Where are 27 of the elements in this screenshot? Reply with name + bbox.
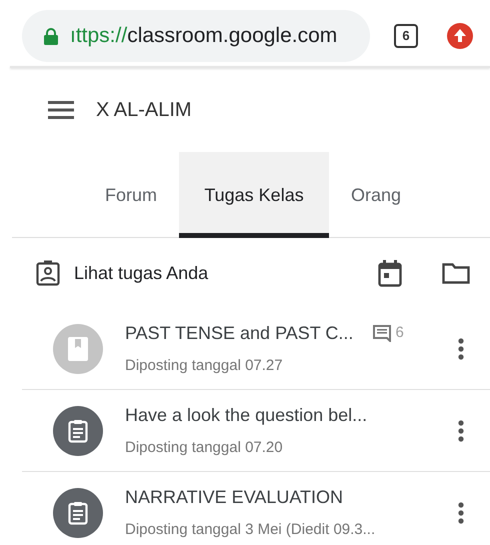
more-options-icon[interactable]: [458, 338, 464, 360]
update-icon[interactable]: [447, 23, 473, 49]
menu-icon[interactable]: [48, 101, 74, 119]
tab[interactable]: Forum: [83, 152, 180, 238]
post-date: Diposting tanggal 07.27: [125, 356, 284, 376]
item-title[interactable]: Have a look the question bel...: [125, 402, 368, 429]
view-work-link[interactable]: Lihat tugas Anda: [74, 260, 208, 286]
url-field[interactable]: ıttps://classroom.google.com: [22, 10, 370, 62]
tab[interactable]: Tugas Kelas: [179, 152, 330, 238]
comment-icon: [373, 324, 392, 342]
clipboard-icon: [68, 418, 88, 442]
clipboard-icon: [68, 501, 88, 525]
more-options-icon[interactable]: [458, 420, 464, 442]
item-title[interactable]: NARRATIVE EVALUATION: [125, 484, 344, 512]
comment-count: 6: [395, 323, 404, 343]
tab[interactable]: Orang: [329, 152, 424, 238]
calendar-icon[interactable]: [378, 260, 402, 286]
post-date: Diposting tanggal 3 Mei (Diedit 09.3...: [125, 520, 376, 540]
class-title: X AL-ALIM: [96, 98, 192, 123]
tab-count-button[interactable]: 6: [394, 24, 418, 48]
item-title[interactable]: PAST TENSE and PAST C...: [125, 320, 354, 347]
lock-icon: [44, 28, 58, 44]
folder-icon[interactable]: [442, 262, 470, 284]
post-date: Diposting tanggal 07.20: [125, 438, 284, 458]
more-options-icon[interactable]: [458, 502, 464, 524]
bookmark-page-icon: [68, 336, 88, 360]
person-badge-icon[interactable]: [36, 260, 60, 286]
